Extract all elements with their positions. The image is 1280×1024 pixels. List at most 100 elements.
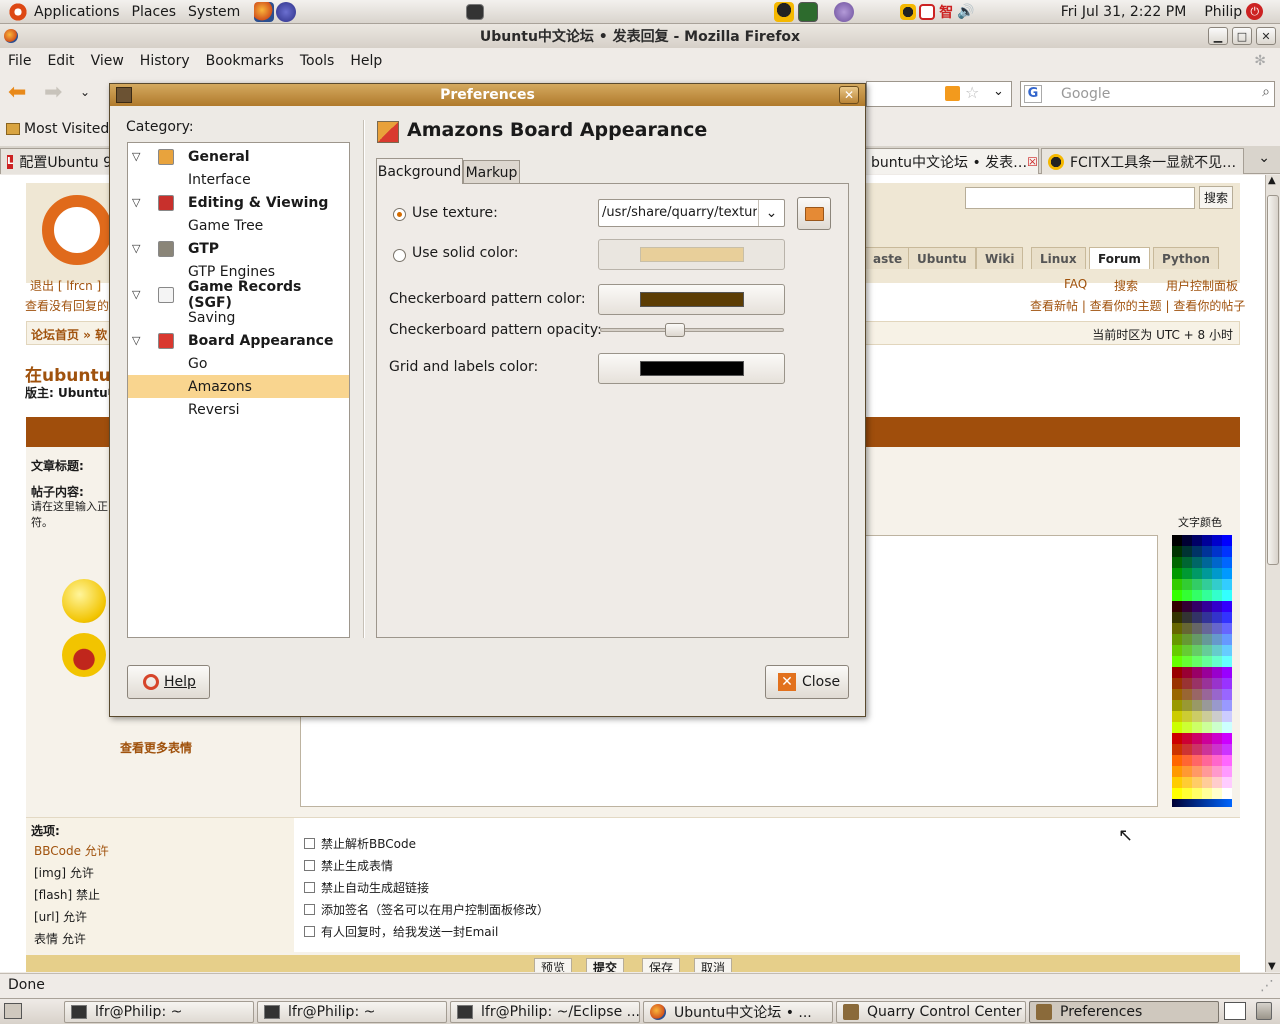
- tab-forum-reply[interactable]: buntu中文论坛 • 发表… ☒: [864, 148, 1039, 174]
- palette-swatch[interactable]: [1192, 667, 1202, 678]
- palette-swatch[interactable]: [1182, 568, 1192, 579]
- taskbar-terminal-1[interactable]: lfr@Philip: ~: [64, 1001, 254, 1023]
- dialog-close-button[interactable]: ✕: [839, 86, 859, 104]
- palette-swatch[interactable]: [1192, 535, 1202, 546]
- shutdown-icon[interactable]: ⏻: [1246, 3, 1264, 20]
- palette-swatch[interactable]: [1212, 579, 1222, 590]
- ubuntu-logo-icon[interactable]: [8, 1, 28, 22]
- taskbar-terminal-3[interactable]: lfr@Philip: ~/Eclipse ...: [450, 1001, 640, 1023]
- palette-swatch[interactable]: [1202, 601, 1212, 612]
- window-close-button[interactable]: ✕: [1256, 27, 1276, 45]
- close-button[interactable]: ✕ Close: [765, 665, 849, 699]
- tree-item[interactable]: Go: [128, 352, 349, 375]
- use-texture-label[interactable]: Use texture:: [412, 205, 498, 221]
- palette-swatch[interactable]: [1182, 612, 1192, 623]
- tree-expander-icon[interactable]: ▽: [132, 334, 140, 347]
- palette-swatch[interactable]: [1222, 579, 1232, 590]
- palette-swatch[interactable]: [1222, 755, 1232, 766]
- palette-swatch[interactable]: [1172, 623, 1182, 634]
- palette-swatch[interactable]: [1172, 645, 1182, 656]
- tab-markup[interactable]: Markup: [463, 160, 520, 184]
- nav-tab-linux[interactable]: Linux: [1031, 247, 1086, 269]
- palette-swatch[interactable]: [1202, 645, 1212, 656]
- palette-swatch[interactable]: [1172, 689, 1182, 700]
- minimize-button[interactable]: ▁: [1208, 27, 1228, 45]
- palette-swatch[interactable]: [1202, 700, 1212, 711]
- page-scrollbar[interactable]: ▲ ▼: [1265, 175, 1280, 972]
- nav-tab-ubuntu[interactable]: Ubuntu: [908, 247, 976, 269]
- search-input[interactable]: Google: [1061, 86, 1110, 102]
- submit-button[interactable]: 提交: [586, 958, 625, 972]
- palette-swatch[interactable]: [1182, 656, 1192, 667]
- checkbox-disable-autolink[interactable]: 禁止自动生成超链接: [304, 879, 429, 896]
- palette-swatch[interactable]: [1222, 645, 1232, 656]
- checkbox[interactable]: [304, 860, 315, 871]
- nav-tab-python[interactable]: Python: [1153, 247, 1219, 269]
- palette-swatch[interactable]: [1202, 788, 1212, 799]
- url-bar[interactable]: ☆ ⌄: [866, 81, 1012, 107]
- palette-swatch[interactable]: [1222, 656, 1232, 667]
- palette-swatch[interactable]: [1192, 590, 1202, 601]
- palette-swatch[interactable]: [1192, 601, 1202, 612]
- palette-swatch[interactable]: [1212, 711, 1222, 722]
- tree-expander-icon[interactable]: ▽: [132, 242, 140, 255]
- save-draft-button[interactable]: 保存: [642, 958, 681, 972]
- combo-dropdown-icon[interactable]: ⌄: [758, 200, 784, 226]
- scroll-down-icon[interactable]: ▼: [1268, 961, 1276, 972]
- qq-tray-icon[interactable]: [774, 1, 795, 22]
- palette-swatch[interactable]: [1182, 623, 1192, 634]
- palette-swatch[interactable]: [1202, 557, 1212, 568]
- palette-swatch[interactable]: [1222, 612, 1232, 623]
- palette-swatch[interactable]: [1212, 568, 1222, 579]
- faq-link[interactable]: FAQ: [1064, 277, 1087, 291]
- palette-swatch[interactable]: [1212, 755, 1222, 766]
- palette-swatch[interactable]: [1202, 689, 1212, 700]
- palette-swatch[interactable]: [1192, 623, 1202, 634]
- back-arrow-icon[interactable]: ⬅: [8, 82, 26, 104]
- no-reply-link[interactable]: 查看没有回复的: [25, 297, 109, 314]
- palette-swatch[interactable]: [1212, 744, 1222, 755]
- palette-swatch[interactable]: [1222, 546, 1232, 557]
- palette-swatch[interactable]: [1212, 601, 1222, 612]
- tab-fcitx[interactable]: FCITX工具条一显就不见… ☒: [1041, 148, 1244, 174]
- checkbox[interactable]: [304, 904, 315, 915]
- firefox-launcher-icon[interactable]: [254, 1, 275, 22]
- scroll-thumb[interactable]: [1267, 195, 1279, 565]
- palette-swatch[interactable]: [1192, 612, 1202, 623]
- applications-menu[interactable]: Applications: [28, 0, 126, 24]
- taskbar-quarry[interactable]: Quarry Control Center: [836, 1001, 1026, 1023]
- palette-swatch[interactable]: [1192, 634, 1202, 645]
- palette-swatch[interactable]: [1172, 678, 1182, 689]
- palette-swatch[interactable]: [1182, 766, 1192, 777]
- palette-swatch[interactable]: [1212, 535, 1222, 546]
- clock[interactable]: Fri Jul 31, 2:22 PM: [1061, 4, 1187, 20]
- palette-swatch[interactable]: [1202, 535, 1212, 546]
- palette-swatch[interactable]: [1212, 689, 1222, 700]
- palette-swatch[interactable]: [1202, 733, 1212, 744]
- checker-opacity-slider[interactable]: [600, 323, 784, 337]
- system-monitor-icon[interactable]: [798, 1, 819, 22]
- palette-swatch[interactable]: [1172, 590, 1182, 601]
- palette-swatch[interactable]: [1192, 744, 1202, 755]
- show-desktop-icon[interactable]: [4, 1003, 22, 1019]
- palette-swatch[interactable]: [1172, 579, 1182, 590]
- palette-swatch[interactable]: [1192, 777, 1202, 788]
- palette-swatch[interactable]: [1202, 667, 1212, 678]
- ime-grid-icon[interactable]: [919, 3, 936, 20]
- tree-item[interactable]: ▽ General: [128, 145, 349, 168]
- palette-swatch[interactable]: [1202, 634, 1212, 645]
- palette-swatch[interactable]: [1222, 689, 1232, 700]
- ime-zhi-icon[interactable]: 智: [939, 2, 953, 22]
- forward-arrow-icon[interactable]: ➡: [44, 82, 62, 104]
- menu-bookmarks[interactable]: Bookmarks: [198, 53, 292, 69]
- bookmark-star-icon[interactable]: ☆: [965, 83, 979, 102]
- palette-swatch[interactable]: [1192, 557, 1202, 568]
- palette-swatch[interactable]: [1212, 557, 1222, 568]
- palette-swatch[interactable]: [1222, 557, 1232, 568]
- palette-swatch[interactable]: [1172, 744, 1182, 755]
- texture-path-combo[interactable]: /usr/share/quarry/textur ⌄: [598, 199, 785, 227]
- palette-swatch[interactable]: [1172, 755, 1182, 766]
- taskbar-preferences[interactable]: Preferences: [1029, 1001, 1219, 1023]
- menu-file[interactable]: File: [0, 53, 39, 69]
- palette-swatch[interactable]: [1182, 678, 1192, 689]
